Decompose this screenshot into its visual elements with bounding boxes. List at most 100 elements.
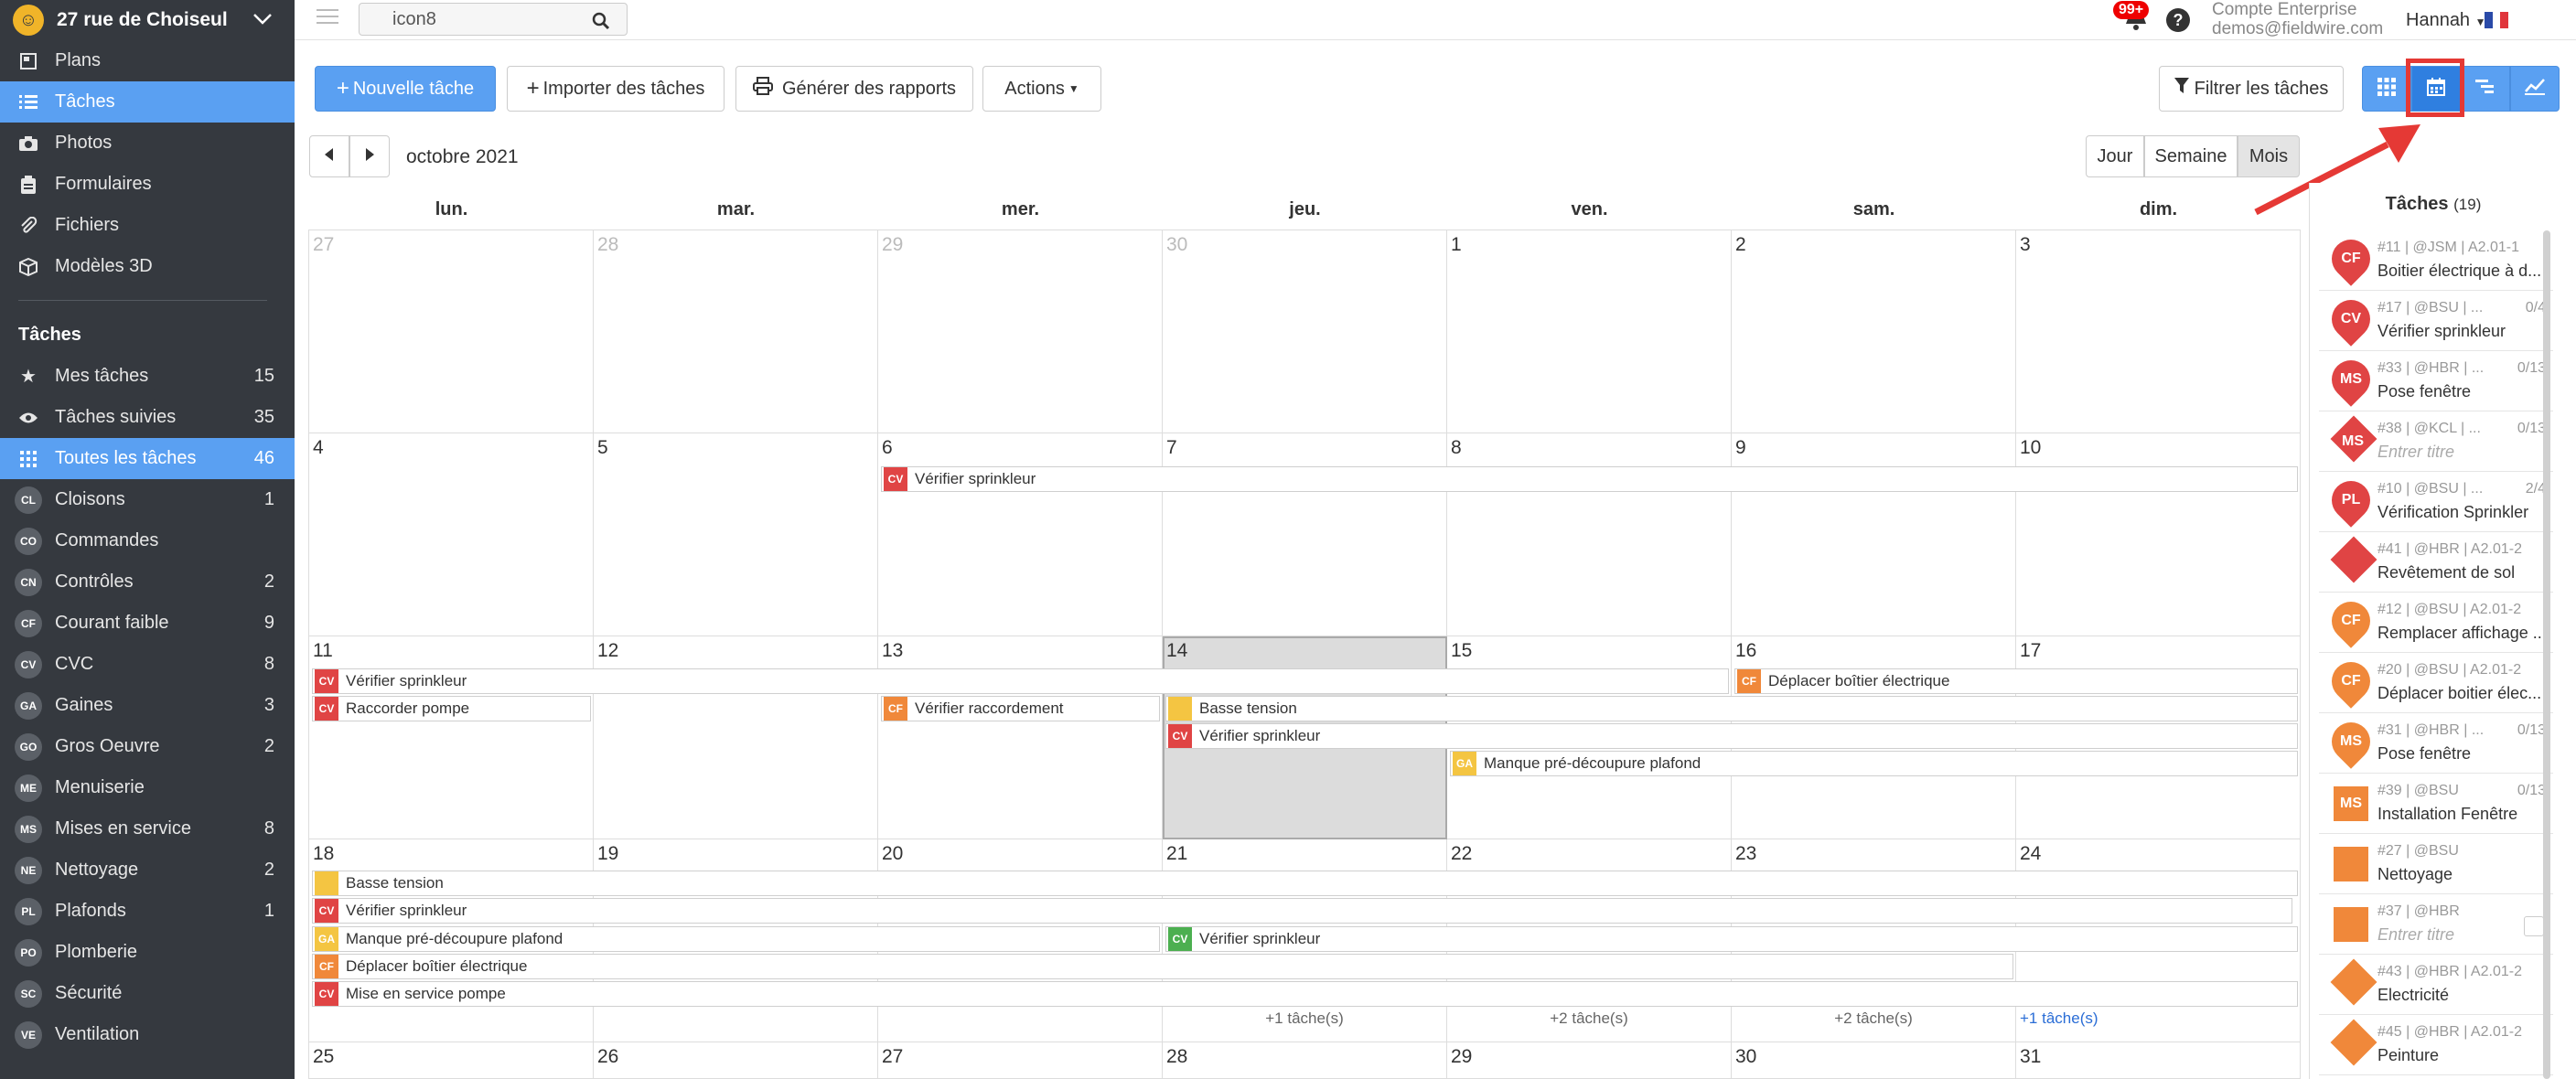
hamburger-menu-icon[interactable]	[317, 9, 338, 27]
search-input[interactable]: icon8	[359, 3, 628, 36]
calendar-day[interactable]	[1732, 433, 2016, 636]
new-task-button[interactable]: + Nouvelle tâche	[315, 66, 496, 112]
calendar-day[interactable]	[1447, 1042, 1732, 1079]
panel-scrollbar[interactable]	[2543, 230, 2550, 1079]
task-list-item[interactable]: #43 | @HBR | A2.01-2 Electricité	[2319, 955, 2553, 1015]
sidebar-item-category[interactable]: CL Cloisons 1	[0, 479, 295, 520]
user-menu[interactable]: Hannah ▼	[2406, 10, 2486, 31]
sidebar-item-category[interactable]: PO Plomberie	[0, 932, 295, 973]
nav-forms[interactable]: Formulaires	[0, 164, 295, 205]
calendar-event[interactable]: CV Vérifier sprinkleur	[1165, 723, 2298, 749]
task-list-item[interactable]: MS #38 | @KCL | ... 0/13 Entrer titre	[2319, 411, 2553, 472]
calendar-event[interactable]: CV Raccorder pompe	[312, 696, 591, 721]
calendar-event[interactable]: CV Vérifier sprinkleur	[312, 898, 2292, 924]
gantt-view-button[interactable]	[2461, 66, 2510, 112]
calendar-day[interactable]	[594, 230, 878, 433]
task-list-item[interactable]: PL #10 | @BSU | ... 2/4 Vérification Sprink…	[2319, 472, 2553, 532]
calendar-event[interactable]: CF Déplacer boîtier électrique	[1734, 668, 2298, 694]
calendar-day[interactable]	[1732, 230, 2016, 433]
task-checkbox[interactable]	[2524, 916, 2544, 936]
sidebar-item-followed-tasks[interactable]: Tâches suivies 35	[0, 397, 295, 438]
calendar-day[interactable]	[309, 230, 594, 433]
prev-month-button[interactable]	[309, 135, 349, 177]
task-list-item[interactable]: #41 | @HBR | A2.01-2 Revêtement de sol	[2319, 532, 2553, 593]
sidebar-item-all-tasks[interactable]: Toutes les tâches 46	[0, 438, 295, 479]
calendar-event[interactable]: GA Manque pré-découpure plafond	[312, 926, 1160, 952]
calendar-day[interactable]	[878, 636, 1163, 839]
calendar-event[interactable]: CV Vérifier sprinkleur	[1165, 926, 2298, 952]
sidebar-item-category[interactable]: CN Contrôles 2	[0, 561, 295, 603]
nav-3d-models[interactable]: Modèles 3D	[0, 246, 295, 287]
project-selector[interactable]: ☺ 27 rue de Choiseul	[0, 0, 295, 40]
task-list-item[interactable]: CF #20 | @BSU | A2.01-2 Déplacer boitier é…	[2319, 653, 2553, 713]
nav-plans[interactable]: Plans	[0, 40, 295, 81]
sidebar-item-my-tasks[interactable]: ★ Mes tâches 15	[0, 356, 295, 397]
calendar-day[interactable]	[878, 1042, 1163, 1079]
tab-day[interactable]: Jour	[2086, 135, 2144, 177]
calendar-day[interactable]	[2016, 1042, 2301, 1079]
tab-month[interactable]: Mois	[2238, 135, 2300, 177]
calendar-event[interactable]: CV Mise en service pompe	[312, 981, 2298, 1007]
sidebar-item-category[interactable]: GO Gros Oeuvre 2	[0, 726, 295, 767]
notification-badge[interactable]: 99+	[2113, 1, 2150, 19]
calendar-event[interactable]: CF Vérifier raccordement	[881, 696, 1160, 721]
filter-tasks-button[interactable]: Filtrer les tâches	[2159, 66, 2344, 112]
task-list-item[interactable]: #27 | @BSU Nettoyage	[2319, 834, 2553, 894]
sidebar-item-category[interactable]: PL Plafonds 1	[0, 891, 295, 932]
sidebar-item-category[interactable]: CV CVC 8	[0, 644, 295, 685]
calendar-day[interactable]	[2016, 433, 2301, 636]
nav-tasks[interactable]: Tâches	[0, 81, 295, 123]
task-list-item[interactable]: CF #12 | @BSU | A2.01-2 Remplacer affichag…	[2319, 593, 2553, 653]
calendar-event[interactable]: Basse tension	[1165, 696, 2298, 721]
calendar-day[interactable]	[1163, 433, 1447, 636]
sidebar-item-category[interactable]: GA Gaines 3	[0, 685, 295, 726]
calendar-event[interactable]: Basse tension	[312, 871, 2298, 896]
sidebar-item-category[interactable]: CF Courant faible 9	[0, 603, 295, 644]
task-list-item[interactable]: MS #33 | @HBR | ... 0/13 Pose fenêtre	[2319, 351, 2553, 411]
task-list-item[interactable]: MS #31 | @HBR | ... 0/13 Pose fenêtre	[2319, 713, 2553, 774]
sidebar-item-category[interactable]: SC Sécurité	[0, 973, 295, 1014]
calendar-day[interactable]	[309, 1042, 594, 1079]
calendar-event[interactable]: CV Vérifier sprinkleur	[881, 466, 2298, 492]
calendar-day[interactable]	[594, 1042, 878, 1079]
calendar-day[interactable]	[1163, 230, 1447, 433]
sidebar-item-category[interactable]: MS Mises en service 8	[0, 808, 295, 849]
french-flag-icon[interactable]	[2485, 12, 2509, 28]
more-tasks-link[interactable]: +2 tâche(s)	[1732, 1010, 2015, 1028]
search-icon[interactable]	[592, 9, 610, 40]
calendar-day[interactable]	[2016, 230, 2301, 433]
task-list-item[interactable]: CV #17 | @BSU | ... 0/4 Vérifier sprinkleur	[2319, 291, 2553, 351]
task-list-item[interactable]: #37 | @HBR Entrer titre	[2319, 894, 2553, 955]
task-list-item[interactable]: MS #39 | @BSU 0/13 Installation Fenêtre	[2319, 774, 2553, 834]
calendar-day[interactable]	[1732, 1042, 2016, 1079]
sidebar-item-category[interactable]: NE Nettoyage 2	[0, 849, 295, 891]
more-tasks-link[interactable]: +2 tâche(s)	[1447, 1010, 1731, 1028]
account-info[interactable]: Compte Enterprise demos@fieldwire.com	[2212, 0, 2383, 38]
actions-dropdown[interactable]: Actions ▼	[982, 66, 1101, 112]
generate-reports-button[interactable]: Générer des rapports	[735, 66, 973, 112]
calendar-day[interactable]	[1447, 433, 1732, 636]
calendar-day[interactable]	[594, 636, 878, 839]
calendar-day[interactable]	[594, 433, 878, 636]
more-tasks-link[interactable]: +1 tâche(s)	[1163, 1010, 1446, 1028]
nav-files[interactable]: Fichiers	[0, 205, 295, 246]
tab-week[interactable]: Semaine	[2144, 135, 2238, 177]
calendar-day[interactable]	[309, 636, 594, 839]
calendar-day[interactable]	[309, 433, 594, 636]
calendar-day[interactable]	[1447, 230, 1732, 433]
more-tasks-link[interactable]: +1 tâche(s)	[2020, 1010, 2303, 1028]
calendar-event[interactable]: CF Déplacer boîtier électrique	[312, 954, 2013, 979]
calendar-day[interactable]	[878, 433, 1163, 636]
grid-view-button[interactable]	[2362, 66, 2411, 112]
task-list-item[interactable]: #45 | @HBR | A2.01-2 Peinture	[2319, 1015, 2553, 1075]
task-list-item[interactable]: CF #11 | @JSM | A2.01-1 Boitier électrique…	[2319, 230, 2553, 291]
chevron-down-icon[interactable]	[252, 9, 273, 31]
calendar-day[interactable]	[878, 230, 1163, 433]
calendar-day[interactable]	[1163, 1042, 1447, 1079]
next-month-button[interactable]	[349, 135, 390, 177]
help-icon[interactable]: ?	[2166, 8, 2190, 32]
calendar-event[interactable]: GA Manque pré-découpure plafond	[1450, 751, 2298, 776]
import-tasks-button[interactable]: + Importer des tâches	[507, 66, 724, 112]
nav-photos[interactable]: Photos	[0, 123, 295, 164]
sidebar-item-category[interactable]: VE Ventilation	[0, 1014, 295, 1055]
